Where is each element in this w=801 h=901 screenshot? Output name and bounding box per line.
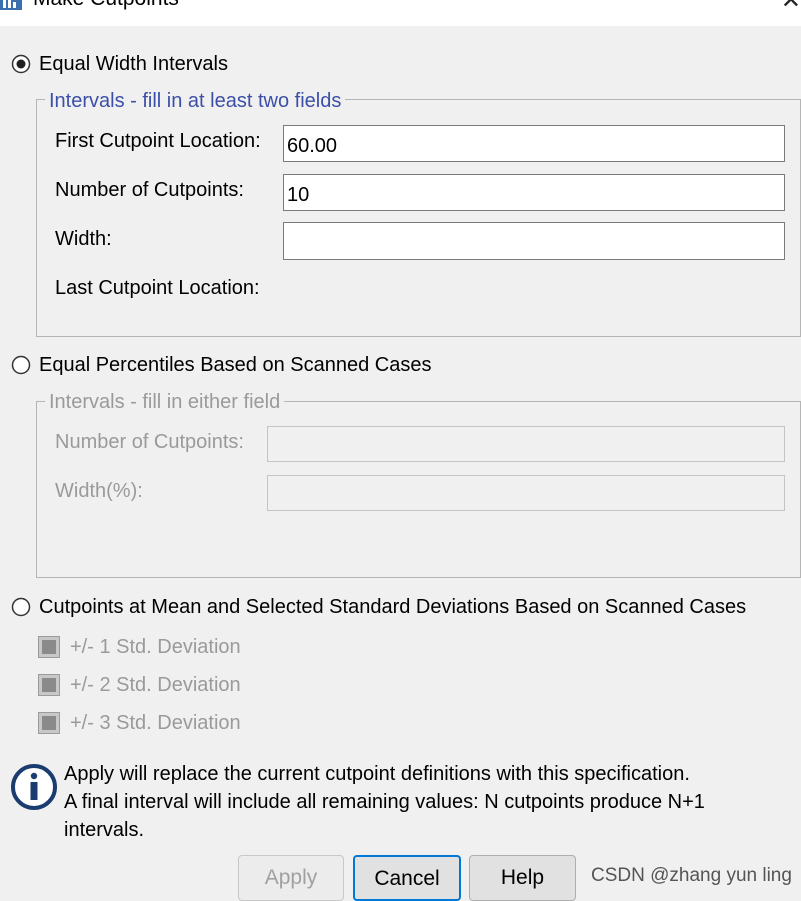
app-icon: [0, 0, 22, 10]
percentiles-number-input[interactable]: [267, 426, 785, 462]
sd1-label: +/- 1 Std. Deviation: [70, 636, 241, 658]
info-line-3: intervals.: [64, 819, 145, 841]
percentiles-width-input[interactable]: [267, 475, 785, 511]
percentiles-number-label: Number of Cutpoints:: [55, 431, 244, 453]
last-cutpoint-label: Last Cutpoint Location:: [55, 277, 260, 299]
info-line-1: Apply will replace the current cutpoint …: [64, 763, 690, 785]
window-title: Make Cutpoints: [33, 0, 179, 11]
equal-percentiles-group-legend: Intervals - fill in either field: [45, 391, 285, 414]
number-of-cutpoints-label: Number of Cutpoints:: [55, 179, 244, 201]
sd3-checkbox[interactable]: [38, 712, 60, 734]
equal-width-group-legend: Intervals - fill in at least two fields: [45, 90, 346, 113]
mean-sd-radio-label[interactable]: Cutpoints at Mean and Selected Standard …: [39, 596, 746, 619]
equal-percentiles-radio[interactable]: [11, 355, 31, 375]
equal-width-radio[interactable]: [11, 54, 31, 74]
width-label: Width:: [55, 228, 112, 250]
close-icon[interactable]: ✕: [781, 0, 801, 15]
sd2-label: +/- 2 Std. Deviation: [70, 674, 241, 696]
apply-button[interactable]: Apply: [238, 855, 344, 901]
cancel-button[interactable]: Cancel: [353, 855, 461, 901]
info-icon: [11, 764, 57, 810]
equal-width-radio-label[interactable]: Equal Width Intervals: [39, 53, 228, 76]
sd3-label: +/- 3 Std. Deviation: [70, 712, 241, 734]
width-input[interactable]: [283, 222, 785, 260]
sd1-checkbox[interactable]: [38, 636, 60, 658]
sd2-checkbox[interactable]: [38, 674, 60, 696]
info-message: Apply will replace the current cutpoint …: [64, 760, 784, 844]
first-cutpoint-input[interactable]: [283, 125, 785, 162]
mean-sd-radio[interactable]: [11, 597, 31, 617]
equal-percentiles-radio-label[interactable]: Equal Percentiles Based on Scanned Cases: [39, 354, 431, 377]
help-button[interactable]: Help: [469, 855, 576, 901]
watermark: CSDN @zhang yun ling: [591, 865, 792, 886]
percentiles-width-label: Width(%):: [55, 480, 143, 502]
number-of-cutpoints-input[interactable]: [283, 174, 785, 211]
info-line-2: A final interval will include all remain…: [64, 791, 705, 813]
first-cutpoint-label: First Cutpoint Location:: [55, 130, 261, 152]
title-bar: Make Cutpoints ✕: [0, 0, 801, 26]
